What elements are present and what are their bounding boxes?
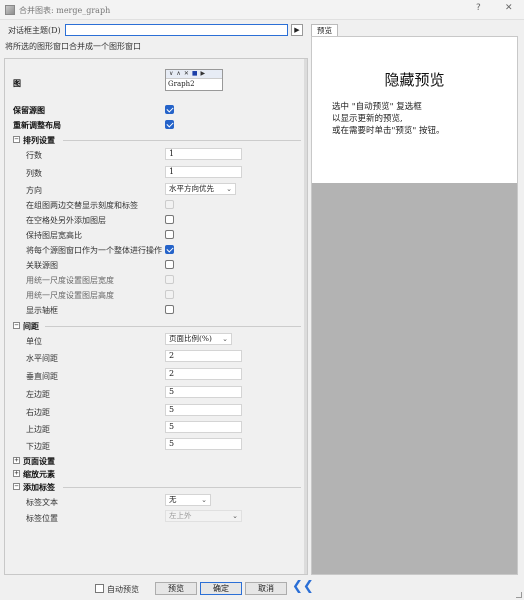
chevron-down-icon: ⌄ — [201, 496, 207, 504]
labels-section-title: 添加标签 — [23, 482, 55, 492]
keep-source-checkbox[interactable] — [165, 105, 174, 114]
uniform-height-label: 用统一尺度设置图层高度 — [26, 291, 114, 300]
uniform-width-label: 用统一尺度设置图层宽度 — [26, 276, 114, 285]
stagger-checkbox[interactable] — [165, 200, 174, 209]
relayout-label: 重新调整布局 — [13, 120, 61, 130]
move-down-icon[interactable]: ∨ — [169, 70, 173, 77]
direction-select[interactable]: 水平方向优先 ⌄ — [165, 183, 236, 195]
page-setup-toggle[interactable]: + — [13, 457, 20, 464]
direction-label: 方向 — [26, 186, 42, 195]
preview-title: 隐藏预览 — [384, 71, 445, 89]
unit-select[interactable]: 页面比例(%) ⌄ — [165, 333, 232, 345]
uniform-width-checkbox[interactable] — [165, 275, 174, 284]
rows-label: 行数 — [26, 151, 42, 160]
auto-preview-checkbox[interactable] — [95, 584, 104, 593]
theme-input[interactable] — [65, 24, 288, 36]
remove-icon[interactable]: ✕ — [184, 70, 189, 77]
graph-list[interactable]: ∨ ∧ ✕ ■ ▶ Graph2 — [165, 69, 223, 91]
extra-layer-label: 在空格处另外添加图层 — [26, 216, 106, 225]
window-title: 合并图表: merge_graph — [19, 6, 111, 15]
vertical-scrollbar[interactable] — [304, 59, 307, 574]
arrange-section-title: 排列设置 — [23, 135, 55, 145]
unit-label: 单位 — [26, 337, 42, 346]
link-label: 关联源图 — [26, 261, 58, 270]
relayout-checkbox[interactable] — [165, 120, 174, 129]
top-margin-input[interactable]: 5 — [165, 421, 242, 433]
labels-toggle[interactable]: − — [13, 483, 20, 490]
right-margin-input[interactable]: 5 — [165, 404, 242, 416]
spacing-toggle[interactable]: − — [13, 322, 20, 329]
spacing-section-title: 间距 — [23, 321, 39, 331]
close-icon[interactable]: ✕ — [505, 3, 513, 13]
unit-value: 页面比例(%) — [169, 334, 212, 343]
graph-label: 图 — [13, 78, 21, 88]
uniform-height-checkbox[interactable] — [165, 290, 174, 299]
bottom-margin-input[interactable]: 5 — [165, 438, 242, 450]
preview-button[interactable]: 预览 — [155, 582, 197, 595]
hgap-input[interactable]: 2 — [165, 350, 242, 362]
extra-layer-checkbox[interactable] — [165, 215, 174, 224]
keep-ratio-label: 保持图层宽高比 — [26, 231, 82, 240]
treat-whole-checkbox[interactable] — [165, 245, 174, 254]
theme-label: 对话框主题(D) — [8, 26, 61, 35]
expand-icon[interactable]: ▶ — [201, 70, 206, 77]
graph-list-item[interactable]: Graph2 — [166, 79, 222, 90]
section-divider — [63, 487, 301, 488]
vgap-label: 垂直间距 — [26, 372, 58, 381]
cols-input[interactable]: 1 — [165, 166, 242, 178]
show-frame-checkbox[interactable] — [165, 305, 174, 314]
ok-button[interactable]: 确定 — [200, 582, 242, 595]
page-setup-section-title: 页面设置 — [23, 456, 55, 466]
cancel-button[interactable]: 取消 — [245, 582, 287, 595]
collapse-panel-icon[interactable]: ❮❮ — [292, 580, 314, 593]
section-divider — [63, 140, 301, 141]
keep-ratio-checkbox[interactable] — [165, 230, 174, 239]
graph-list-toolbar: ∨ ∧ ✕ ■ ▶ — [166, 70, 222, 79]
label-pos-value: 左上外 — [169, 511, 192, 520]
label-text-label: 标签文本 — [26, 498, 58, 507]
label-pos-label: 标签位置 — [26, 514, 58, 523]
keep-source-label: 保留源图 — [13, 105, 45, 115]
section-divider — [45, 326, 301, 327]
title-bar: 合并图表: merge_graph ? ✕ — [0, 0, 524, 20]
right-margin-label: 右边距 — [26, 408, 50, 417]
chevron-down-icon: ⌄ — [226, 185, 232, 193]
link-checkbox[interactable] — [165, 260, 174, 269]
settings-panel: 图 ∨ ∧ ✕ ■ ▶ Graph2 保留源图 重新调整布局 − 排列设置 行数 1 列… — [4, 58, 308, 575]
select-icon[interactable]: ■ — [192, 70, 198, 77]
rows-input[interactable]: 1 — [165, 148, 242, 160]
label-text-select[interactable]: 无 ⌄ — [165, 494, 211, 506]
direction-value: 水平方向优先 — [169, 184, 214, 193]
hgap-label: 水平间距 — [26, 354, 58, 363]
preview-canvas: 隐藏预览 选中 "自动预览" 复选框 以显示更新的预览, 或在需要时单击"预览"… — [312, 37, 517, 183]
tab-preview[interactable]: 预览 — [311, 24, 338, 36]
chevron-down-icon: ⌄ — [232, 512, 238, 520]
play-icon[interactable]: ▶ — [291, 24, 303, 36]
resize-grip[interactable] — [516, 592, 522, 598]
label-pos-select[interactable]: 左上外 ⌄ — [165, 510, 242, 522]
left-margin-label: 左边距 — [26, 390, 50, 399]
arrange-toggle[interactable]: − — [13, 136, 20, 143]
treat-whole-label: 将每个源图窗口作为一个整体进行操作 — [26, 246, 162, 255]
bottom-margin-label: 下边距 — [26, 442, 50, 451]
move-up-icon[interactable]: ∧ — [176, 70, 180, 77]
cols-label: 列数 — [26, 169, 42, 178]
preview-message: 选中 "自动预览" 复选框 以显示更新的预览, 或在需要时单击"预览" 按钮。 — [332, 102, 445, 136]
label-text-value: 无 — [169, 495, 177, 504]
scale-section-title: 缩放元素 — [23, 469, 55, 479]
app-icon — [5, 5, 15, 15]
scale-toggle[interactable]: + — [13, 470, 20, 477]
left-margin-input[interactable]: 5 — [165, 386, 242, 398]
stagger-label: 在组图两边交替显示刻度和标签 — [26, 201, 138, 210]
show-frame-label: 显示轴框 — [26, 306, 58, 315]
dialog-description: 将所选的图形窗口合并成一个图形窗口 — [5, 42, 141, 51]
auto-preview-label: 自动预览 — [107, 585, 139, 594]
top-margin-label: 上边距 — [26, 425, 50, 434]
help-button[interactable]: ? — [476, 3, 481, 13]
chevron-down-icon: ⌄ — [222, 335, 228, 343]
vgap-input[interactable]: 2 — [165, 368, 242, 380]
preview-panel: 隐藏预览 选中 "自动预览" 复选框 以显示更新的预览, 或在需要时单击"预览"… — [311, 36, 518, 575]
